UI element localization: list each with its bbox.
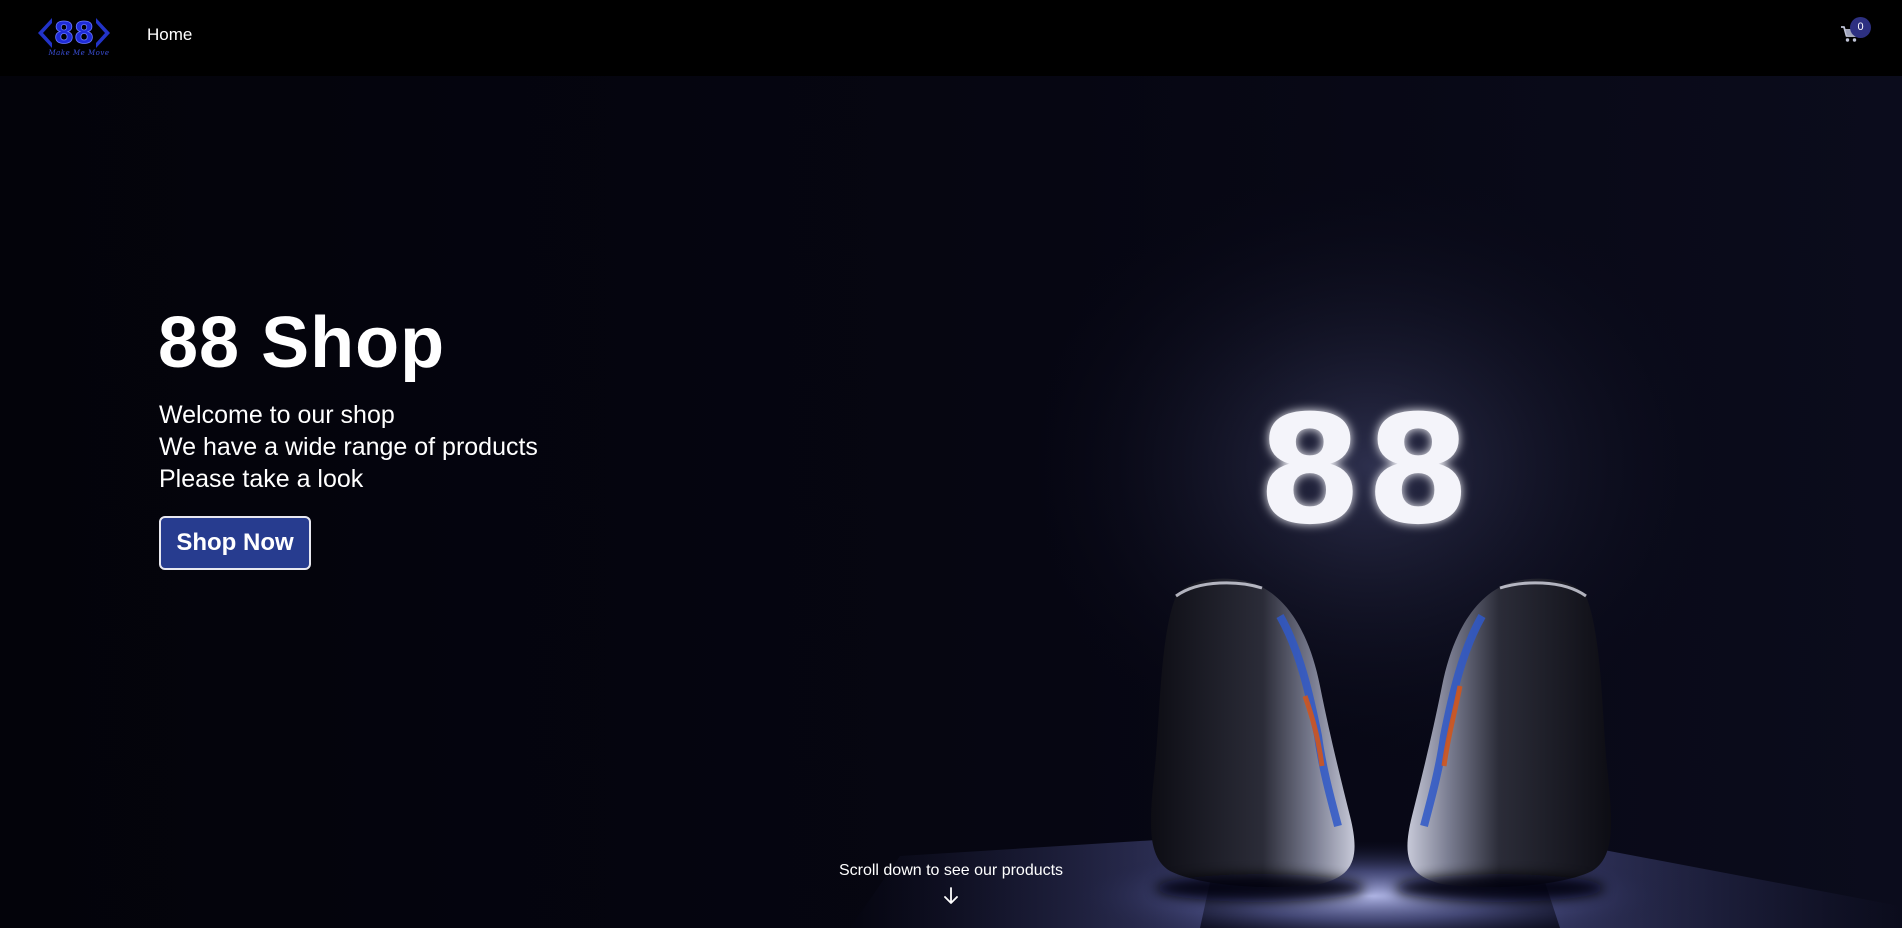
shop-now-button[interactable]: Shop Now [159, 516, 311, 570]
logo-tagline: Make Me Move [48, 49, 110, 57]
arrow-down-icon[interactable] [942, 886, 960, 906]
hero-background-image: 88 [0, 76, 1902, 928]
scroll-hint-text: Scroll down to see our products [838, 862, 1064, 879]
svg-text:88: 88 [1258, 384, 1475, 558]
svg-text:88: 88 [54, 16, 94, 50]
navbar: 88 Make Me Move Home 0 [0, 0, 1902, 76]
page: 88 Make Me Move Home 0 88 88 Shop Welcom… [0, 0, 1902, 928]
hero-range-text: We have a wide range of products [159, 433, 538, 461]
cart-count-badge: 0 [1850, 17, 1871, 38]
brand-logo[interactable]: 88 Make Me Move [34, 12, 114, 60]
hero-title: 88 Shop [158, 303, 446, 383]
hero-look-text: Please take a look [159, 465, 364, 493]
nav-link-home[interactable]: Home [147, 25, 192, 45]
hero-section: 88 88 Shop Welcome to our shop We have a… [0, 76, 1902, 928]
hero-welcome-text: Welcome to our shop [159, 401, 395, 429]
